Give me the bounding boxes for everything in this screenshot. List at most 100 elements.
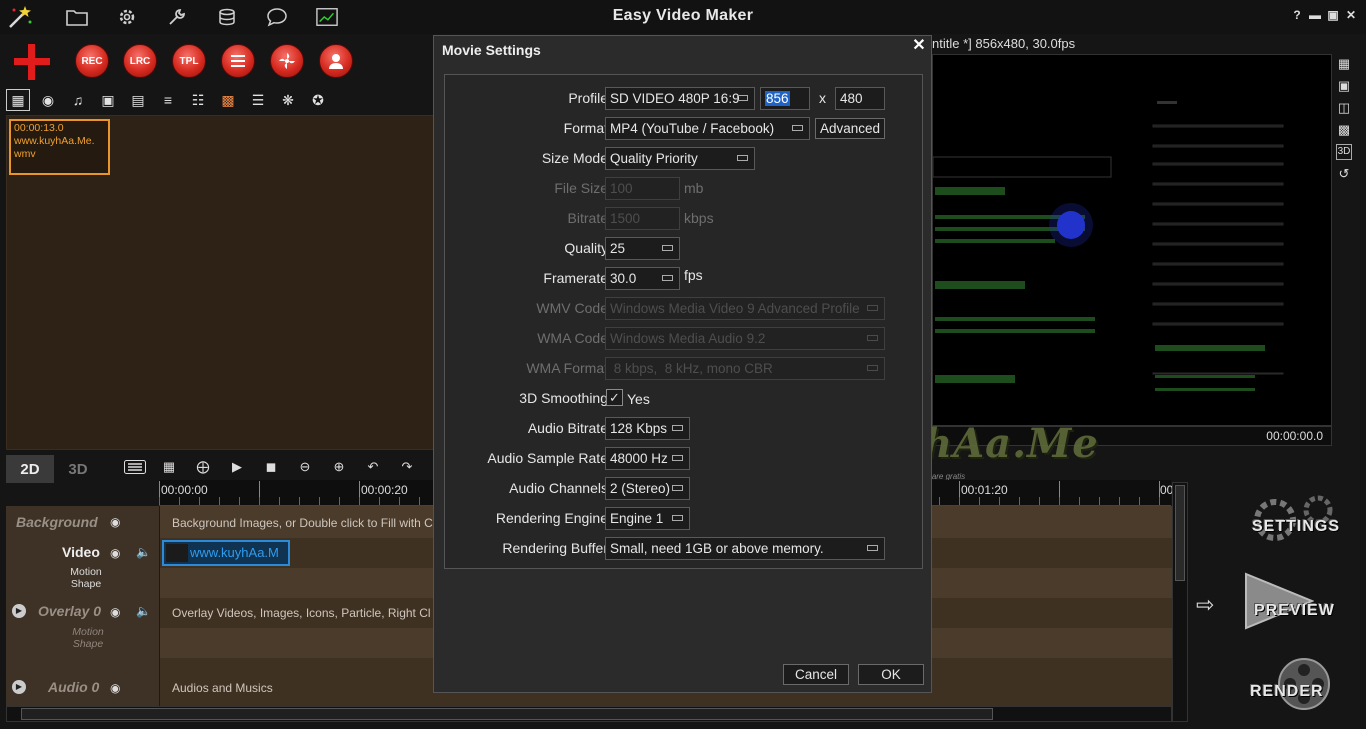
profile-select[interactable]: SD VIDEO 480P 16:9 (605, 87, 755, 110)
split-view-icon[interactable]: ◫ (1336, 100, 1352, 116)
wma-format-label: WMA Format (526, 360, 608, 376)
cancel-button[interactable]: Cancel (783, 664, 849, 685)
render-button[interactable]: RENDER (1250, 683, 1324, 701)
template-button[interactable]: TPL (172, 44, 206, 78)
audio-bitrate-select[interactable]: 128 Kbps (605, 417, 690, 440)
add-media-button[interactable] (12, 44, 52, 80)
close-button[interactable]: ✕ (1344, 8, 1358, 22)
tab-colors[interactable]: ▩ (216, 89, 240, 111)
tab-3d[interactable]: 3D (54, 455, 102, 483)
format-select[interactable]: MP4 (YouTube / Facebook) (605, 117, 810, 140)
effects-button[interactable] (270, 44, 304, 78)
menu-icon[interactable] (124, 457, 146, 477)
redo-icon[interactable]: ↷ (396, 457, 418, 477)
zoom-out-icon[interactable]: ⊖ (294, 457, 316, 477)
motion-label[interactable]: Motion (66, 566, 106, 578)
speaker-icon[interactable]: 🔈 (136, 545, 152, 559)
tab-photo[interactable]: ◉ (36, 89, 60, 111)
rotate-arrows-icon[interactable]: ↺ (1336, 166, 1352, 182)
width-input[interactable]: 856 (760, 87, 810, 110)
preview-button[interactable]: PREVIEW (1254, 602, 1335, 620)
undo-icon[interactable]: ↶ (362, 457, 384, 477)
tab-images[interactable]: ▤ (126, 89, 150, 111)
record-button[interactable]: REC (75, 44, 109, 78)
shape-label[interactable]: Shape (68, 638, 108, 650)
maximize-button[interactable]: ▣ (1326, 8, 1340, 22)
timeline-tabs: 2D 3D (6, 455, 102, 483)
tab-list[interactable]: ☰ (246, 89, 270, 111)
speaker-icon[interactable]: 🔈 (136, 604, 152, 618)
timeline-clip[interactable]: www.kuyhAa.M (162, 540, 290, 566)
fit-timeline-icon[interactable]: ⨁ (192, 457, 214, 477)
tab-music[interactable]: ♫ (66, 89, 90, 111)
smoothing-checkbox[interactable]: ✓ (606, 389, 623, 406)
scroll-thumb[interactable] (1175, 485, 1185, 581)
wma-format-select[interactable]: 8 kbps, 8 kHz, mono CBR (605, 357, 885, 380)
dropdown-icon (672, 515, 683, 521)
audio-channels-select[interactable]: 2 (Stereo) (605, 477, 690, 500)
tab-2d[interactable]: 2D (6, 455, 54, 483)
eye-icon[interactable]: ◉ (110, 681, 126, 695)
framerate-select[interactable]: 30.0 (605, 267, 680, 290)
quality-select[interactable]: 25 (605, 237, 680, 260)
scroll-thumb[interactable] (21, 708, 993, 720)
timeline-vertical-scrollbar[interactable] (1172, 482, 1188, 722)
tab-text[interactable]: ≡ (156, 89, 180, 111)
layout-grid-icon[interactable]: ▦ (1336, 56, 1352, 72)
audio-rate-select[interactable]: 48000 Hz (605, 447, 690, 470)
3d-view-icon[interactable]: 3D (1336, 144, 1352, 160)
advanced-button[interactable]: Advanced (815, 118, 885, 139)
ok-button[interactable]: OK (858, 664, 924, 685)
user-button[interactable] (319, 44, 353, 78)
preview-title: ntitle *] 856x480, 30.0fps (932, 36, 1076, 51)
buffer-select[interactable]: Small, need 1GB or above memory. (605, 537, 885, 560)
tab-frames[interactable]: ▣ (96, 89, 120, 111)
stop-icon[interactable]: ◼ (260, 457, 282, 477)
tab-video[interactable]: ▦ (6, 89, 30, 111)
frame-view-icon[interactable]: ▩ (1336, 122, 1352, 138)
app-title: Easy Video Maker (612, 7, 754, 24)
eye-icon[interactable]: ◉ (110, 605, 126, 619)
eye-icon[interactable]: ◉ (110, 515, 126, 529)
motion-label[interactable]: Motion (68, 626, 108, 638)
bitrate-input[interactable]: 1500 (605, 207, 680, 230)
storyboard-icon[interactable]: ▦ (158, 457, 180, 477)
tab-particles[interactable]: ❋ (276, 89, 300, 111)
expand-icon[interactable]: ▶ (12, 604, 26, 618)
dialog-close-button[interactable]: ✕ (911, 38, 927, 54)
tab-plugins[interactable]: ✪ (306, 89, 330, 111)
height-input[interactable]: 480 (835, 87, 885, 110)
wmv-code-select[interactable]: Windows Media Video 9 Advanced Profile (605, 297, 885, 320)
expand-icon[interactable]: ▶ (12, 680, 26, 694)
eye-icon[interactable]: ◉ (110, 546, 126, 560)
ruler-label: 00:00:20 (361, 483, 408, 497)
engine-select[interactable]: Engine 1 (605, 507, 690, 530)
library-clip[interactable]: 00:00:13.0 www.kuyhAa.Me. wmv (9, 119, 110, 175)
title-bar: Easy Video Maker ? ▬ ▣ ✕ (0, 0, 1366, 34)
audio-rate-label: Audio Sample Rate (487, 450, 608, 466)
list-button[interactable] (221, 44, 255, 78)
file-size-input[interactable]: 100 (605, 177, 680, 200)
preview-frame (933, 101, 1284, 391)
fit-icon[interactable]: ▣ (1336, 78, 1352, 94)
shape-label[interactable]: Shape (66, 578, 106, 590)
wma-format-row: WMA Format 8 kbps, 8 kHz, mono CBR (445, 357, 924, 381)
file-size-row: File Size 100 mb (445, 177, 924, 201)
timeline-horizontal-scrollbar[interactable] (6, 706, 1172, 722)
wma-code-select[interactable]: Windows Media Audio 9.2 (605, 327, 885, 350)
smoothing-value[interactable]: Yes (627, 391, 650, 407)
zoom-in-icon[interactable]: ⊕ (328, 457, 350, 477)
clip-name: www.kuyhAa.Me. wmv (14, 135, 95, 160)
smoothing-row: 3D Smoothing ✓ Yes (445, 387, 924, 411)
help-button[interactable]: ? (1290, 8, 1304, 22)
size-mode-select[interactable]: Quality Priority (605, 147, 755, 170)
tab-captions[interactable]: ☷ (186, 89, 210, 111)
settings-button[interactable]: SETTINGS (1252, 518, 1340, 536)
lyrics-button[interactable]: LRC (123, 44, 157, 78)
track-name: Background (16, 514, 98, 530)
dropdown-icon (672, 485, 683, 491)
minimize-button[interactable]: ▬ (1308, 8, 1322, 22)
play-icon[interactable]: ▶ (226, 457, 248, 477)
main-toolbar: REC LRC TPL (0, 36, 430, 86)
preview-screen[interactable] (932, 54, 1332, 426)
